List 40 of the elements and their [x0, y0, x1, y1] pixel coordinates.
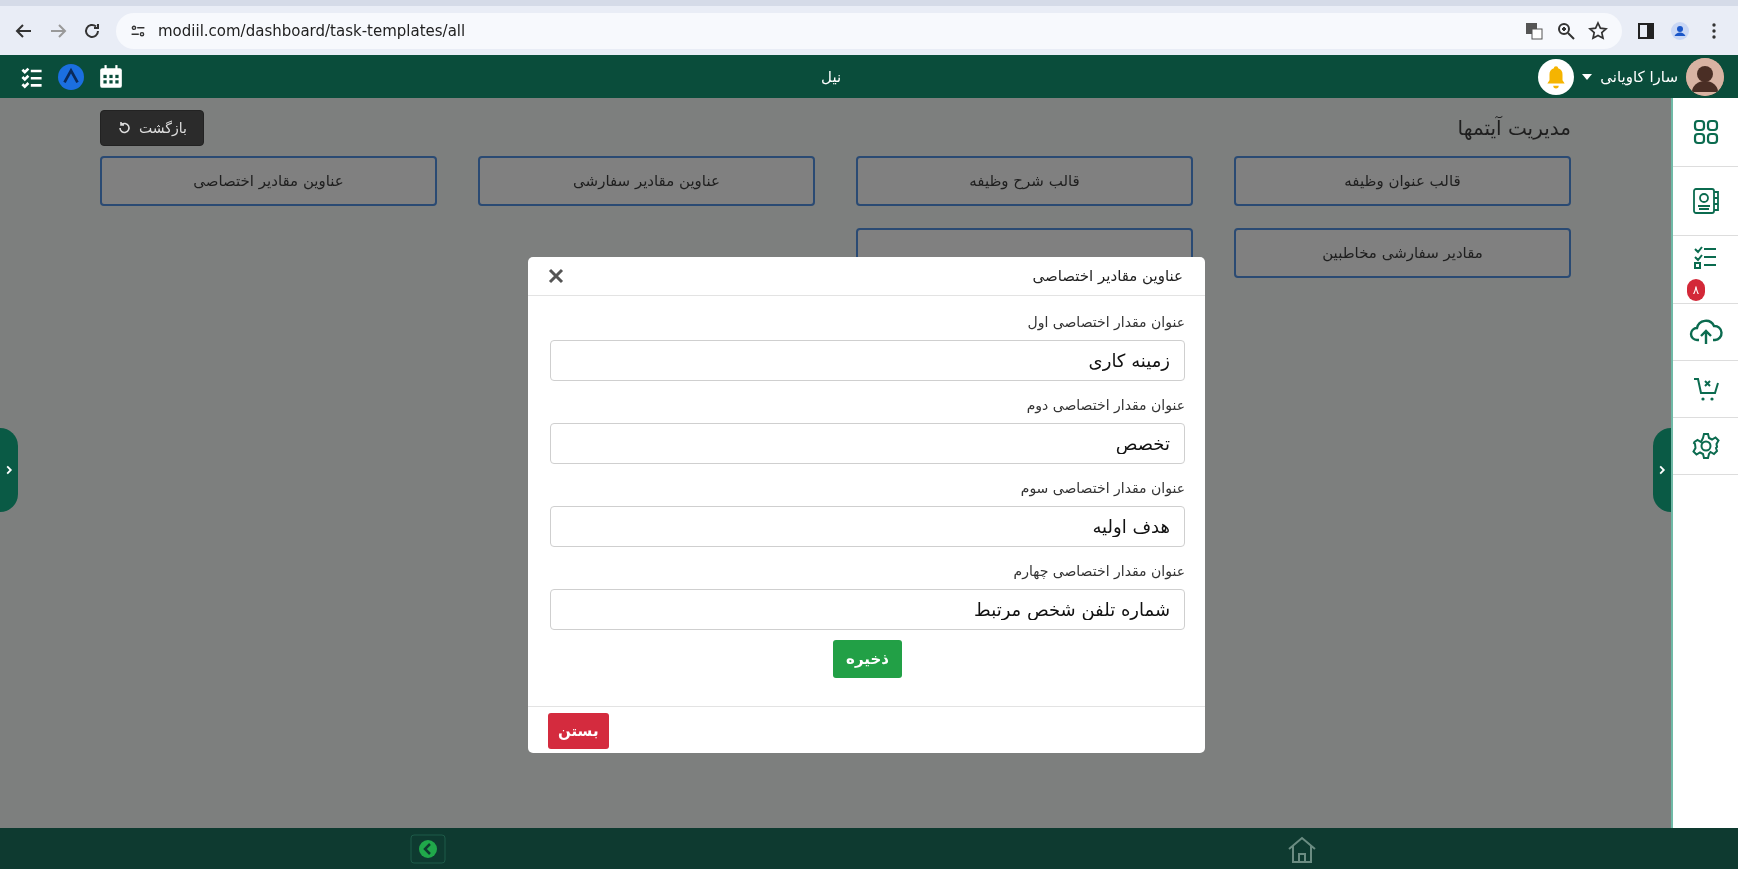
user-name[interactable]: سارا کاویانی: [1600, 67, 1678, 86]
input-field[interactable]: زمینه کاری: [550, 340, 1185, 381]
url-text: modiil.com/dashboard/task-templates/all: [158, 21, 466, 40]
page-title: مدیریت آیتمها: [1457, 116, 1571, 140]
zoom-icon[interactable]: [1556, 20, 1576, 41]
count-badge: ۸: [1687, 279, 1705, 301]
input-field[interactable]: تخصص: [550, 423, 1185, 464]
close-button[interactable]: [548, 268, 564, 284]
input-field[interactable]: شماره تلفن شخص مرتبط: [550, 589, 1185, 630]
caret-icon[interactable]: [1582, 73, 1593, 80]
close-dialog-button[interactable]: بستن: [548, 713, 609, 749]
cart-remove-icon[interactable]: [1691, 375, 1720, 403]
menu-item-button[interactable]: عناوین مقادیر سفارشی: [478, 156, 815, 206]
calendar-icon[interactable]: [98, 63, 124, 90]
notifications-button[interactable]: [1538, 58, 1575, 95]
star-icon[interactable]: [1588, 20, 1608, 41]
avatar[interactable]: [1686, 57, 1724, 96]
menu-item-button[interactable]: قالب عنوان وظیفه: [1234, 156, 1571, 206]
reload-icon: [117, 121, 131, 135]
profile-icon[interactable]: [1670, 20, 1690, 41]
settings-icon[interactable]: [1691, 432, 1720, 460]
field-label: عنوان مقدار اختصاصی سوم: [1019, 480, 1185, 496]
field-label: عنوان مقدار اختصاصی دوم: [1025, 397, 1185, 413]
menu-item-button[interactable]: مقادیر سفارشی مخاطبین: [1234, 228, 1571, 278]
modal-title: عناوین مقادیر اختصاصی: [1032, 267, 1183, 285]
field-label: عنوان مقدار اختصاصی چهارم: [1012, 563, 1185, 579]
menu-item-button[interactable]: عناوین مقادیر اختصاصی: [100, 156, 437, 206]
translate-icon[interactable]: [1524, 20, 1544, 41]
home-icon[interactable]: [1286, 834, 1318, 863]
back-button[interactable]: بازگشت: [100, 110, 204, 146]
side-panel-icon[interactable]: [1636, 20, 1656, 41]
grid-icon[interactable]: [1692, 119, 1719, 145]
app-title: نیل: [820, 67, 843, 86]
cloud-upload-icon[interactable]: [1688, 318, 1723, 346]
field-label: عنوان مقدار اختصاصی اول: [1026, 314, 1185, 330]
contact-book-icon[interactable]: [1691, 187, 1720, 215]
menu-item-button[interactable]: قالب شرح وظیفه: [856, 156, 1193, 206]
input-field[interactable]: هدف اولیه: [550, 506, 1185, 547]
logo-icon[interactable]: [58, 63, 84, 90]
address-bar[interactable]: modiil.com/dashboard/task-templates/all: [116, 12, 1622, 49]
